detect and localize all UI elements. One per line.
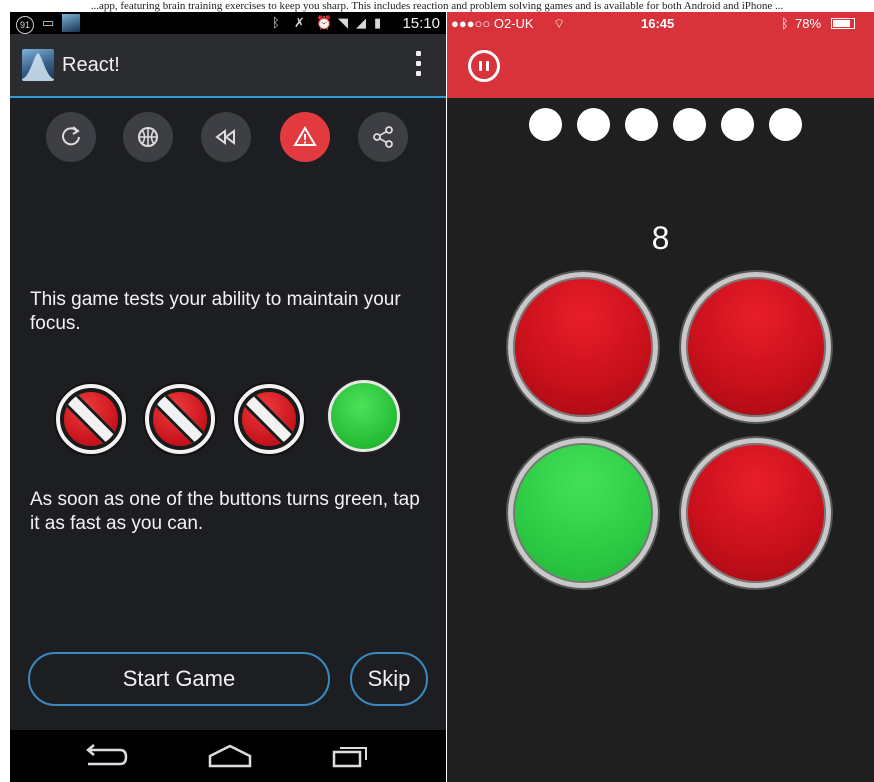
- progress-dot: [721, 108, 754, 141]
- start-game-button[interactable]: Start Game: [28, 652, 330, 706]
- battery-percent: 78%: [795, 16, 822, 31]
- status-time: 15:10: [402, 15, 440, 32]
- bluetooth-icon: ᛒ: [781, 16, 789, 31]
- share-icon[interactable]: [358, 112, 408, 162]
- back-icon[interactable]: [82, 742, 128, 770]
- pause-icon[interactable]: [468, 50, 500, 82]
- action-bar: React!: [10, 34, 446, 98]
- toolbar-icons: [10, 112, 446, 172]
- ios-status-bar: ●●●○○ O2-UK ⌔ 16:45 ᛒ 78%: [447, 12, 874, 36]
- ios-screen: ●●●○○ O2-UK ⌔ 16:45 ᛒ 78% 8: [447, 12, 874, 782]
- progress-dots: [447, 108, 874, 144]
- progress-dot: [625, 108, 658, 141]
- game-button-top-right[interactable]: [681, 272, 831, 422]
- home-icon[interactable]: [206, 742, 254, 770]
- progress-dot: [769, 108, 802, 141]
- skip-button[interactable]: Skip: [350, 652, 428, 706]
- basketball-icon[interactable]: [123, 112, 173, 162]
- app-notification-icon: [62, 14, 80, 32]
- green-target-button: [328, 380, 400, 452]
- bluetooth-icon: ᛒ: [272, 15, 280, 30]
- disabled-button-1: [54, 382, 128, 456]
- app-title: React!: [62, 54, 120, 76]
- progress-dot: [529, 108, 562, 141]
- screenshot-icon: ▭: [42, 15, 55, 30]
- disabled-button-3: [232, 382, 306, 456]
- battery-icon: [831, 18, 855, 29]
- overflow-menu-icon[interactable]: [416, 51, 422, 79]
- android-screen: 91 ▭ ᛒ ✗ ⏰ ◥ ◢ ▮ 15:10 React! This game …: [10, 12, 446, 782]
- alarm-icon: ⏰: [316, 15, 333, 30]
- ios-time: 16:45: [641, 16, 675, 31]
- notification-count-icon: 91: [16, 16, 34, 34]
- alert-icon[interactable]: [280, 112, 330, 162]
- game-button-bottom-right[interactable]: [681, 438, 831, 588]
- android-nav-bar: [10, 730, 446, 782]
- signal-icon: ◢: [356, 15, 366, 30]
- rewind-icon[interactable]: [201, 112, 251, 162]
- disabled-button-2: [143, 382, 217, 456]
- wifi-icon: ◥: [338, 15, 348, 30]
- instruction-text-2: As soon as one of the buttons turns gree…: [30, 489, 420, 534]
- instruction-text-1: This game tests your ability to maintain…: [30, 289, 401, 334]
- mute-icon: ✗: [294, 15, 305, 30]
- refresh-icon[interactable]: [46, 112, 96, 162]
- progress-dot: [577, 108, 610, 141]
- battery-icon: ▮: [374, 15, 382, 30]
- recents-icon[interactable]: [330, 742, 370, 770]
- countdown-number: 8: [651, 220, 670, 256]
- game-button-bottom-left[interactable]: [508, 438, 658, 588]
- carrier-label: ●●●○○ O2-UK: [451, 16, 534, 31]
- android-status-bar: 91 ▭ ᛒ ✗ ⏰ ◥ ◢ ▮ 15:10: [10, 12, 446, 34]
- app-logo: [22, 49, 54, 81]
- image-caption: ...app, featuring brain training exercis…: [90, 0, 784, 12]
- game-button-top-left[interactable]: [508, 272, 658, 422]
- wifi-icon: ⌔: [553, 16, 566, 31]
- game-header: [447, 36, 874, 98]
- progress-dot: [673, 108, 706, 141]
